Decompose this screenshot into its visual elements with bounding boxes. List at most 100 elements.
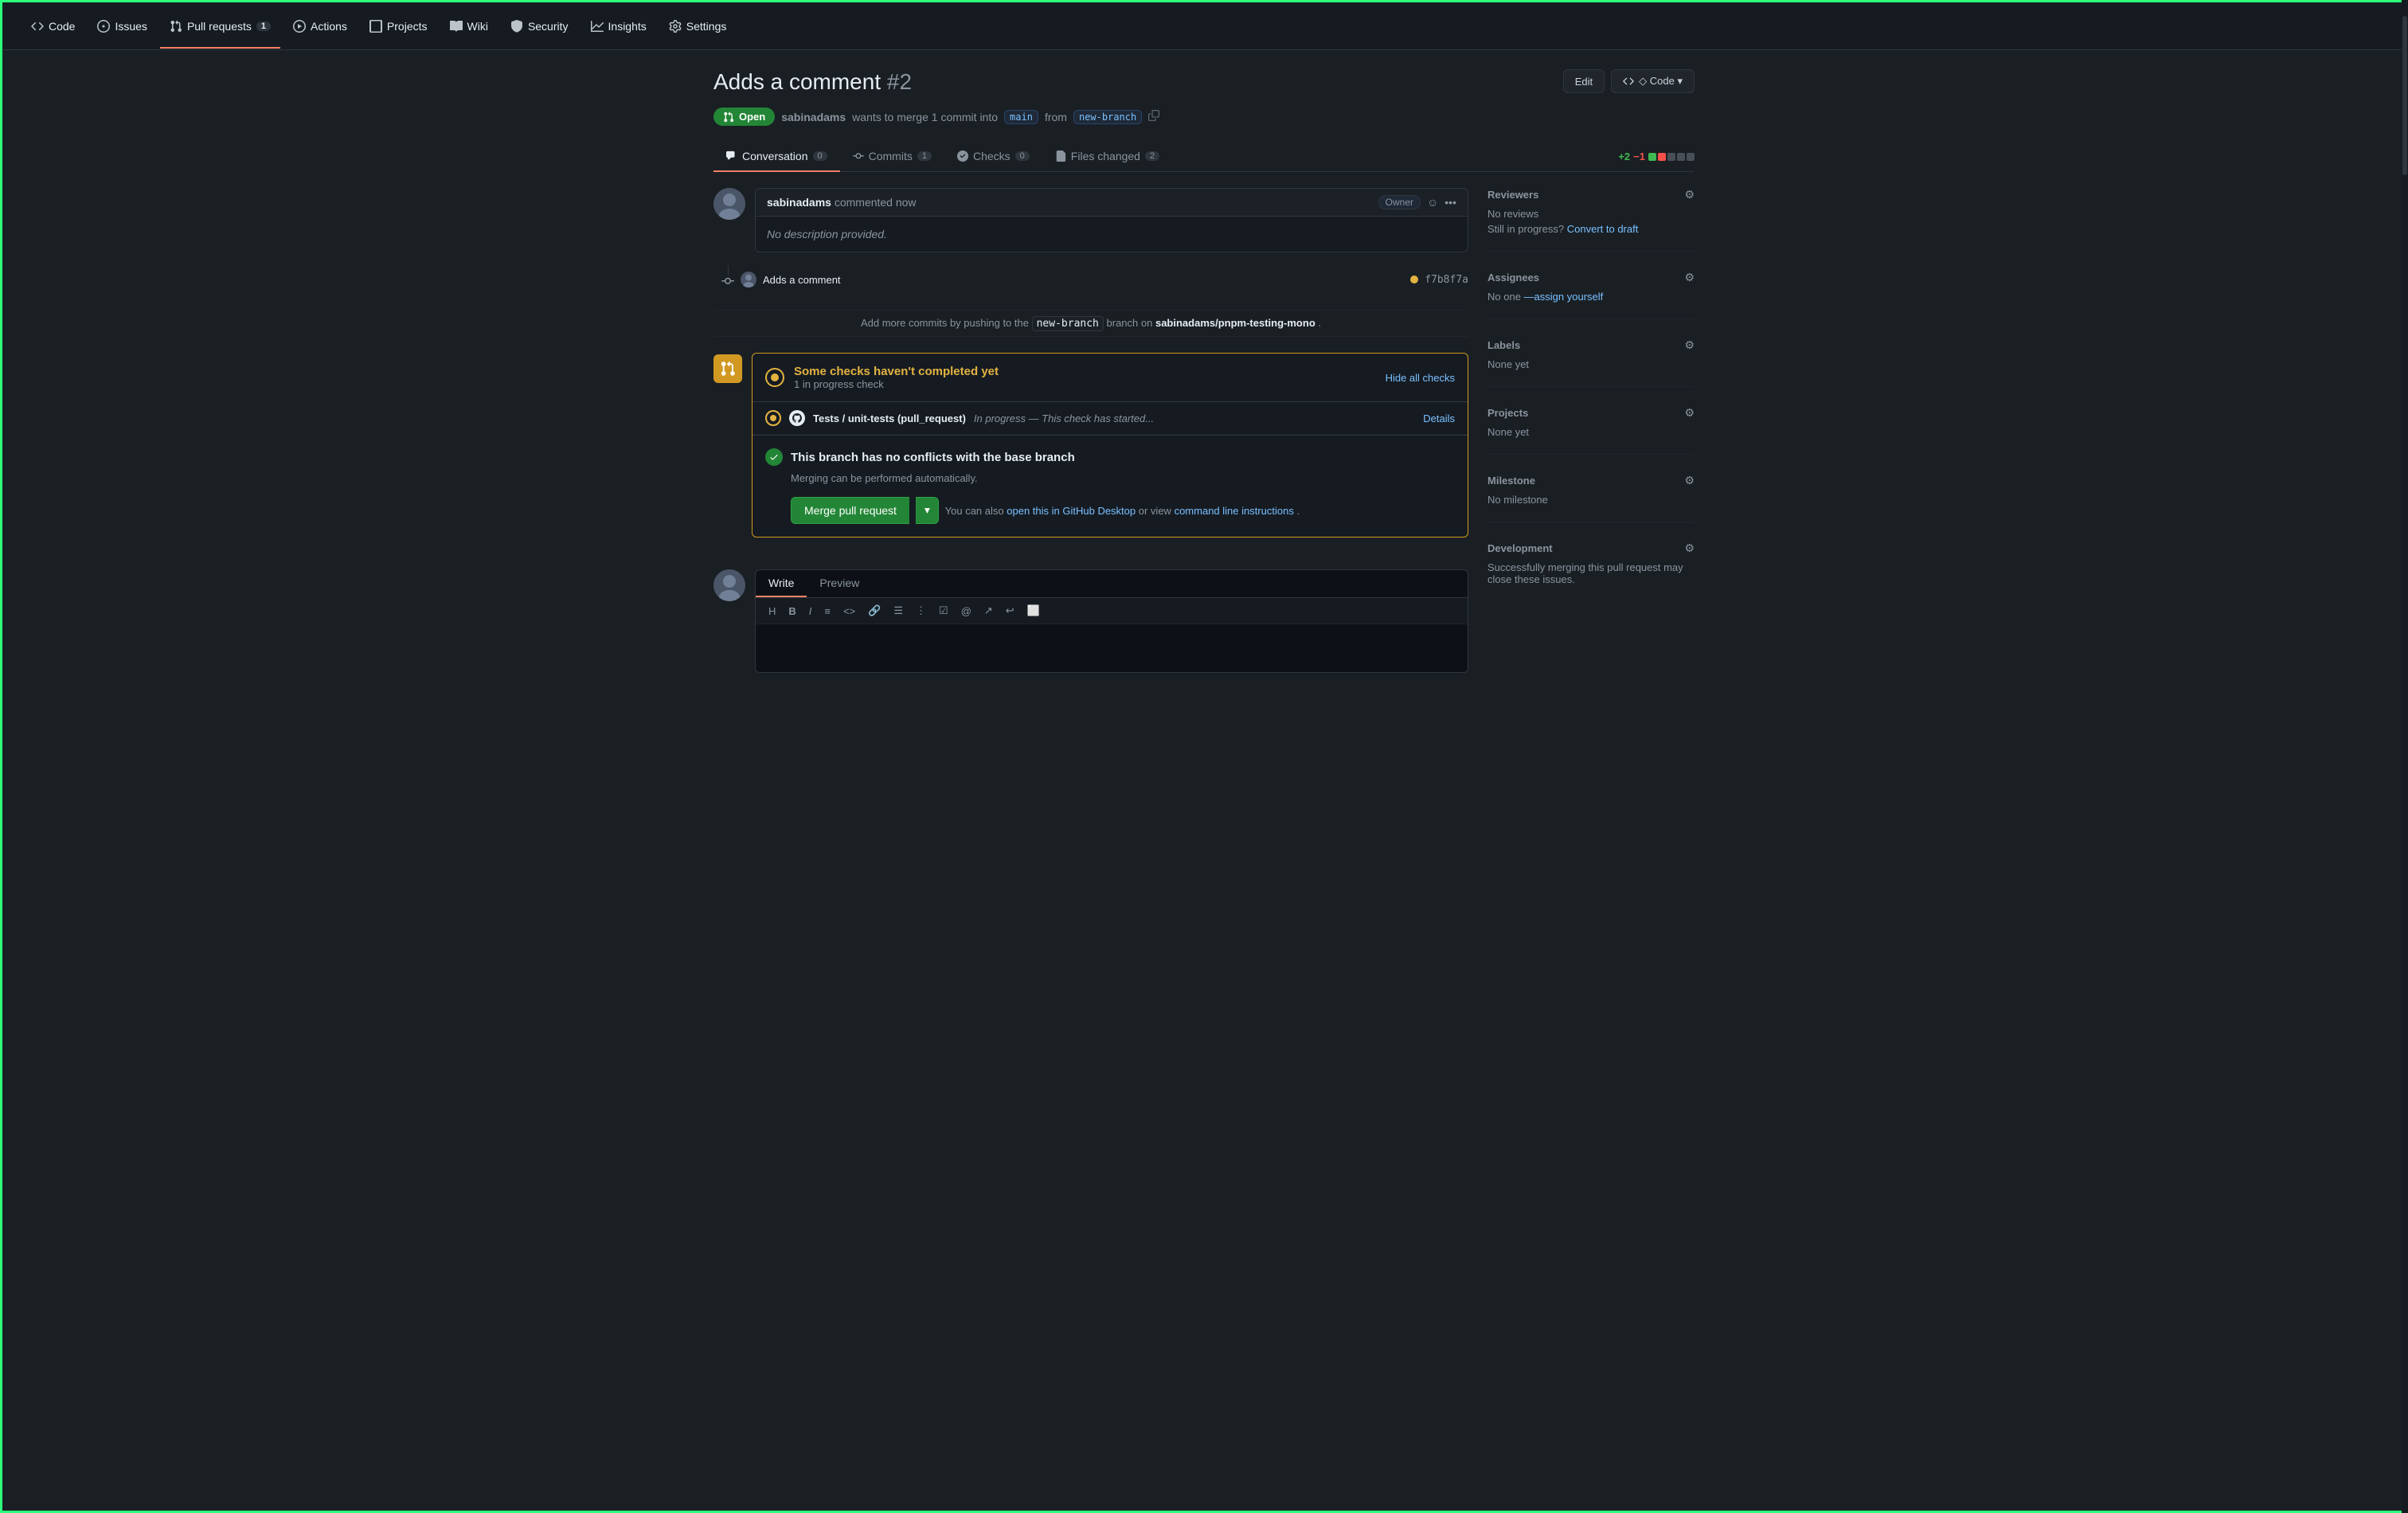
- github-logo-icon: [789, 410, 805, 426]
- write-tab[interactable]: Write: [756, 570, 807, 597]
- toolbar-code[interactable]: <>: [840, 604, 858, 619]
- pr-number: #2: [887, 69, 912, 94]
- tab-commits[interactable]: Commits 1: [840, 142, 944, 172]
- nav-pr-label: Pull requests: [187, 20, 252, 33]
- nav-settings-label: Settings: [686, 20, 727, 33]
- head-branch[interactable]: new-branch: [1073, 110, 1142, 124]
- diff-seg-neutral3: [1687, 153, 1695, 161]
- commit-avatar: [741, 272, 756, 287]
- pr-header: Adds a comment #2 Edit ◇ Code ▾: [713, 69, 1695, 95]
- files-changed-label: Files changed: [1071, 150, 1140, 162]
- comment-section: sabinadams commented now Owner ☺ ••• No …: [713, 188, 1468, 252]
- assign-yourself-link[interactable]: —assign yourself: [1524, 291, 1604, 303]
- projects-gear-icon[interactable]: ⚙: [1684, 406, 1695, 420]
- toolbar-heading[interactable]: H: [765, 604, 779, 619]
- pr-main-column: sabinadams commented now Owner ☺ ••• No …: [713, 188, 1468, 673]
- checks-icon: [957, 151, 968, 162]
- milestone-gear-icon[interactable]: ⚙: [1684, 474, 1695, 487]
- diff-seg-neutral2: [1677, 153, 1685, 161]
- toolbar-ordered-list[interactable]: ⋮: [913, 603, 929, 619]
- scrollbar[interactable]: [2402, 0, 2408, 1513]
- wiki-icon: [450, 20, 463, 33]
- nav-code[interactable]: Code: [22, 14, 84, 39]
- diff-add: +2: [1618, 151, 1630, 162]
- merge-title: This branch has no conflicts with the ba…: [791, 451, 1075, 464]
- timeline-connector-top: [728, 265, 729, 275]
- top-navigation: Code Issues Pull requests 1 Actions Proj…: [2, 2, 2406, 50]
- pr-icon: [170, 20, 182, 33]
- commit-status-dot: [1410, 276, 1418, 283]
- main-container: Adds a comment #2 Edit ◇ Code ▾ Open sab…: [694, 50, 1714, 692]
- more-options-button[interactable]: •••: [1444, 196, 1456, 209]
- conversation-count: 0: [813, 151, 827, 161]
- merge-also-text: You can also open this in GitHub Desktop…: [945, 505, 1300, 517]
- commit-message: Adds a comment: [763, 274, 841, 286]
- commit-icon: [721, 275, 734, 287]
- assignees-gear-icon[interactable]: ⚙: [1684, 271, 1695, 284]
- nav-projects[interactable]: Projects: [360, 14, 437, 39]
- toolbar-fullscreen[interactable]: ⬜: [1024, 603, 1043, 619]
- toolbar-task-list[interactable]: ☑: [936, 603, 952, 619]
- merge-check-icon: [765, 448, 783, 466]
- nav-pull-requests[interactable]: Pull requests 1: [160, 14, 280, 39]
- commit-timeline: Adds a comment f7b8f7a: [713, 265, 1468, 307]
- comment-time: commented now: [835, 196, 917, 209]
- sidebar-development: Development ⚙ Successfully merging this …: [1487, 541, 1695, 601]
- nav-insights[interactable]: Insights: [581, 14, 656, 39]
- code-button[interactable]: ◇ Code ▾: [1611, 69, 1695, 93]
- open-github-desktop-link[interactable]: open this in GitHub Desktop: [1007, 505, 1136, 517]
- toolbar-mention[interactable]: @: [958, 604, 975, 619]
- nav-security[interactable]: Security: [501, 14, 578, 39]
- preview-tab[interactable]: Preview: [807, 570, 872, 597]
- hide-checks-button[interactable]: Hide all checks: [1386, 372, 1455, 384]
- diff-stats: +2 −1: [1618, 151, 1695, 162]
- reply-textarea-area[interactable]: [756, 624, 1468, 672]
- assignees-value: No one —assign yourself: [1487, 291, 1695, 303]
- tab-checks[interactable]: Checks 0: [944, 142, 1042, 172]
- merge-branch-icon: [720, 361, 736, 377]
- details-link[interactable]: Details: [1423, 412, 1455, 424]
- actions-icon: [293, 20, 306, 33]
- open-pr-icon: [723, 111, 734, 123]
- tab-files-changed[interactable]: Files changed 2: [1042, 142, 1172, 172]
- toolbar-bold[interactable]: B: [785, 604, 799, 619]
- reply-avatar: [713, 569, 745, 601]
- commits-icon: [853, 151, 864, 162]
- labels-gear-icon[interactable]: ⚙: [1684, 338, 1695, 352]
- nav-code-label: Code: [49, 20, 75, 33]
- reviewers-value: No reviews: [1487, 208, 1695, 220]
- merge-pull-request-button[interactable]: Merge pull request: [791, 497, 909, 524]
- push-repo: sabinadams/pnpm-testing-mono: [1155, 317, 1315, 329]
- base-branch[interactable]: main: [1004, 110, 1038, 124]
- toolbar-list[interactable]: ≡: [821, 604, 834, 619]
- reviewers-gear-icon[interactable]: ⚙: [1684, 188, 1695, 201]
- nav-issues[interactable]: Issues: [88, 14, 156, 39]
- copy-branch-icon[interactable]: [1148, 110, 1159, 123]
- toolbar-unordered-list[interactable]: ☰: [890, 603, 906, 619]
- merge-dropdown-button[interactable]: ▾: [916, 497, 939, 524]
- nav-wiki[interactable]: Wiki: [440, 14, 498, 39]
- toolbar-reference[interactable]: ↗: [981, 603, 996, 619]
- checks-area: Some checks haven't completed yet 1 in p…: [713, 353, 1468, 553]
- convert-to-draft-link[interactable]: Convert to draft: [1567, 223, 1639, 235]
- development-gear-icon[interactable]: ⚙: [1684, 541, 1695, 555]
- toolbar-undo[interactable]: ↩: [1003, 603, 1018, 619]
- comment-header: sabinadams commented now Owner ☺ •••: [756, 189, 1468, 217]
- edit-button[interactable]: Edit: [1563, 69, 1605, 93]
- status-badge: Open: [713, 108, 775, 126]
- nav-actions[interactable]: Actions: [283, 14, 357, 39]
- security-icon: [510, 20, 523, 33]
- toolbar-italic[interactable]: I: [806, 604, 815, 619]
- reply-section: Write Preview H B I ≡ <> 🔗 ☰ ⋮ ☑ @: [713, 569, 1468, 673]
- sidebar-projects: Projects ⚙ None yet: [1487, 406, 1695, 455]
- code-chevron-icon: [1623, 76, 1634, 87]
- toolbar-link[interactable]: 🔗: [865, 603, 884, 619]
- sidebar-reviewers-header: Reviewers ⚙: [1487, 188, 1695, 201]
- nav-settings[interactable]: Settings: [659, 14, 737, 39]
- command-line-instructions-link[interactable]: command line instructions: [1175, 505, 1294, 517]
- tab-conversation[interactable]: Conversation 0: [713, 142, 840, 172]
- scrollbar-thumb[interactable]: [2402, 16, 2407, 175]
- emoji-button[interactable]: ☺: [1427, 196, 1438, 209]
- sidebar-development-header: Development ⚙: [1487, 541, 1695, 555]
- merge-btn-row: Merge pull request ▾ You can also open t…: [791, 497, 1455, 524]
